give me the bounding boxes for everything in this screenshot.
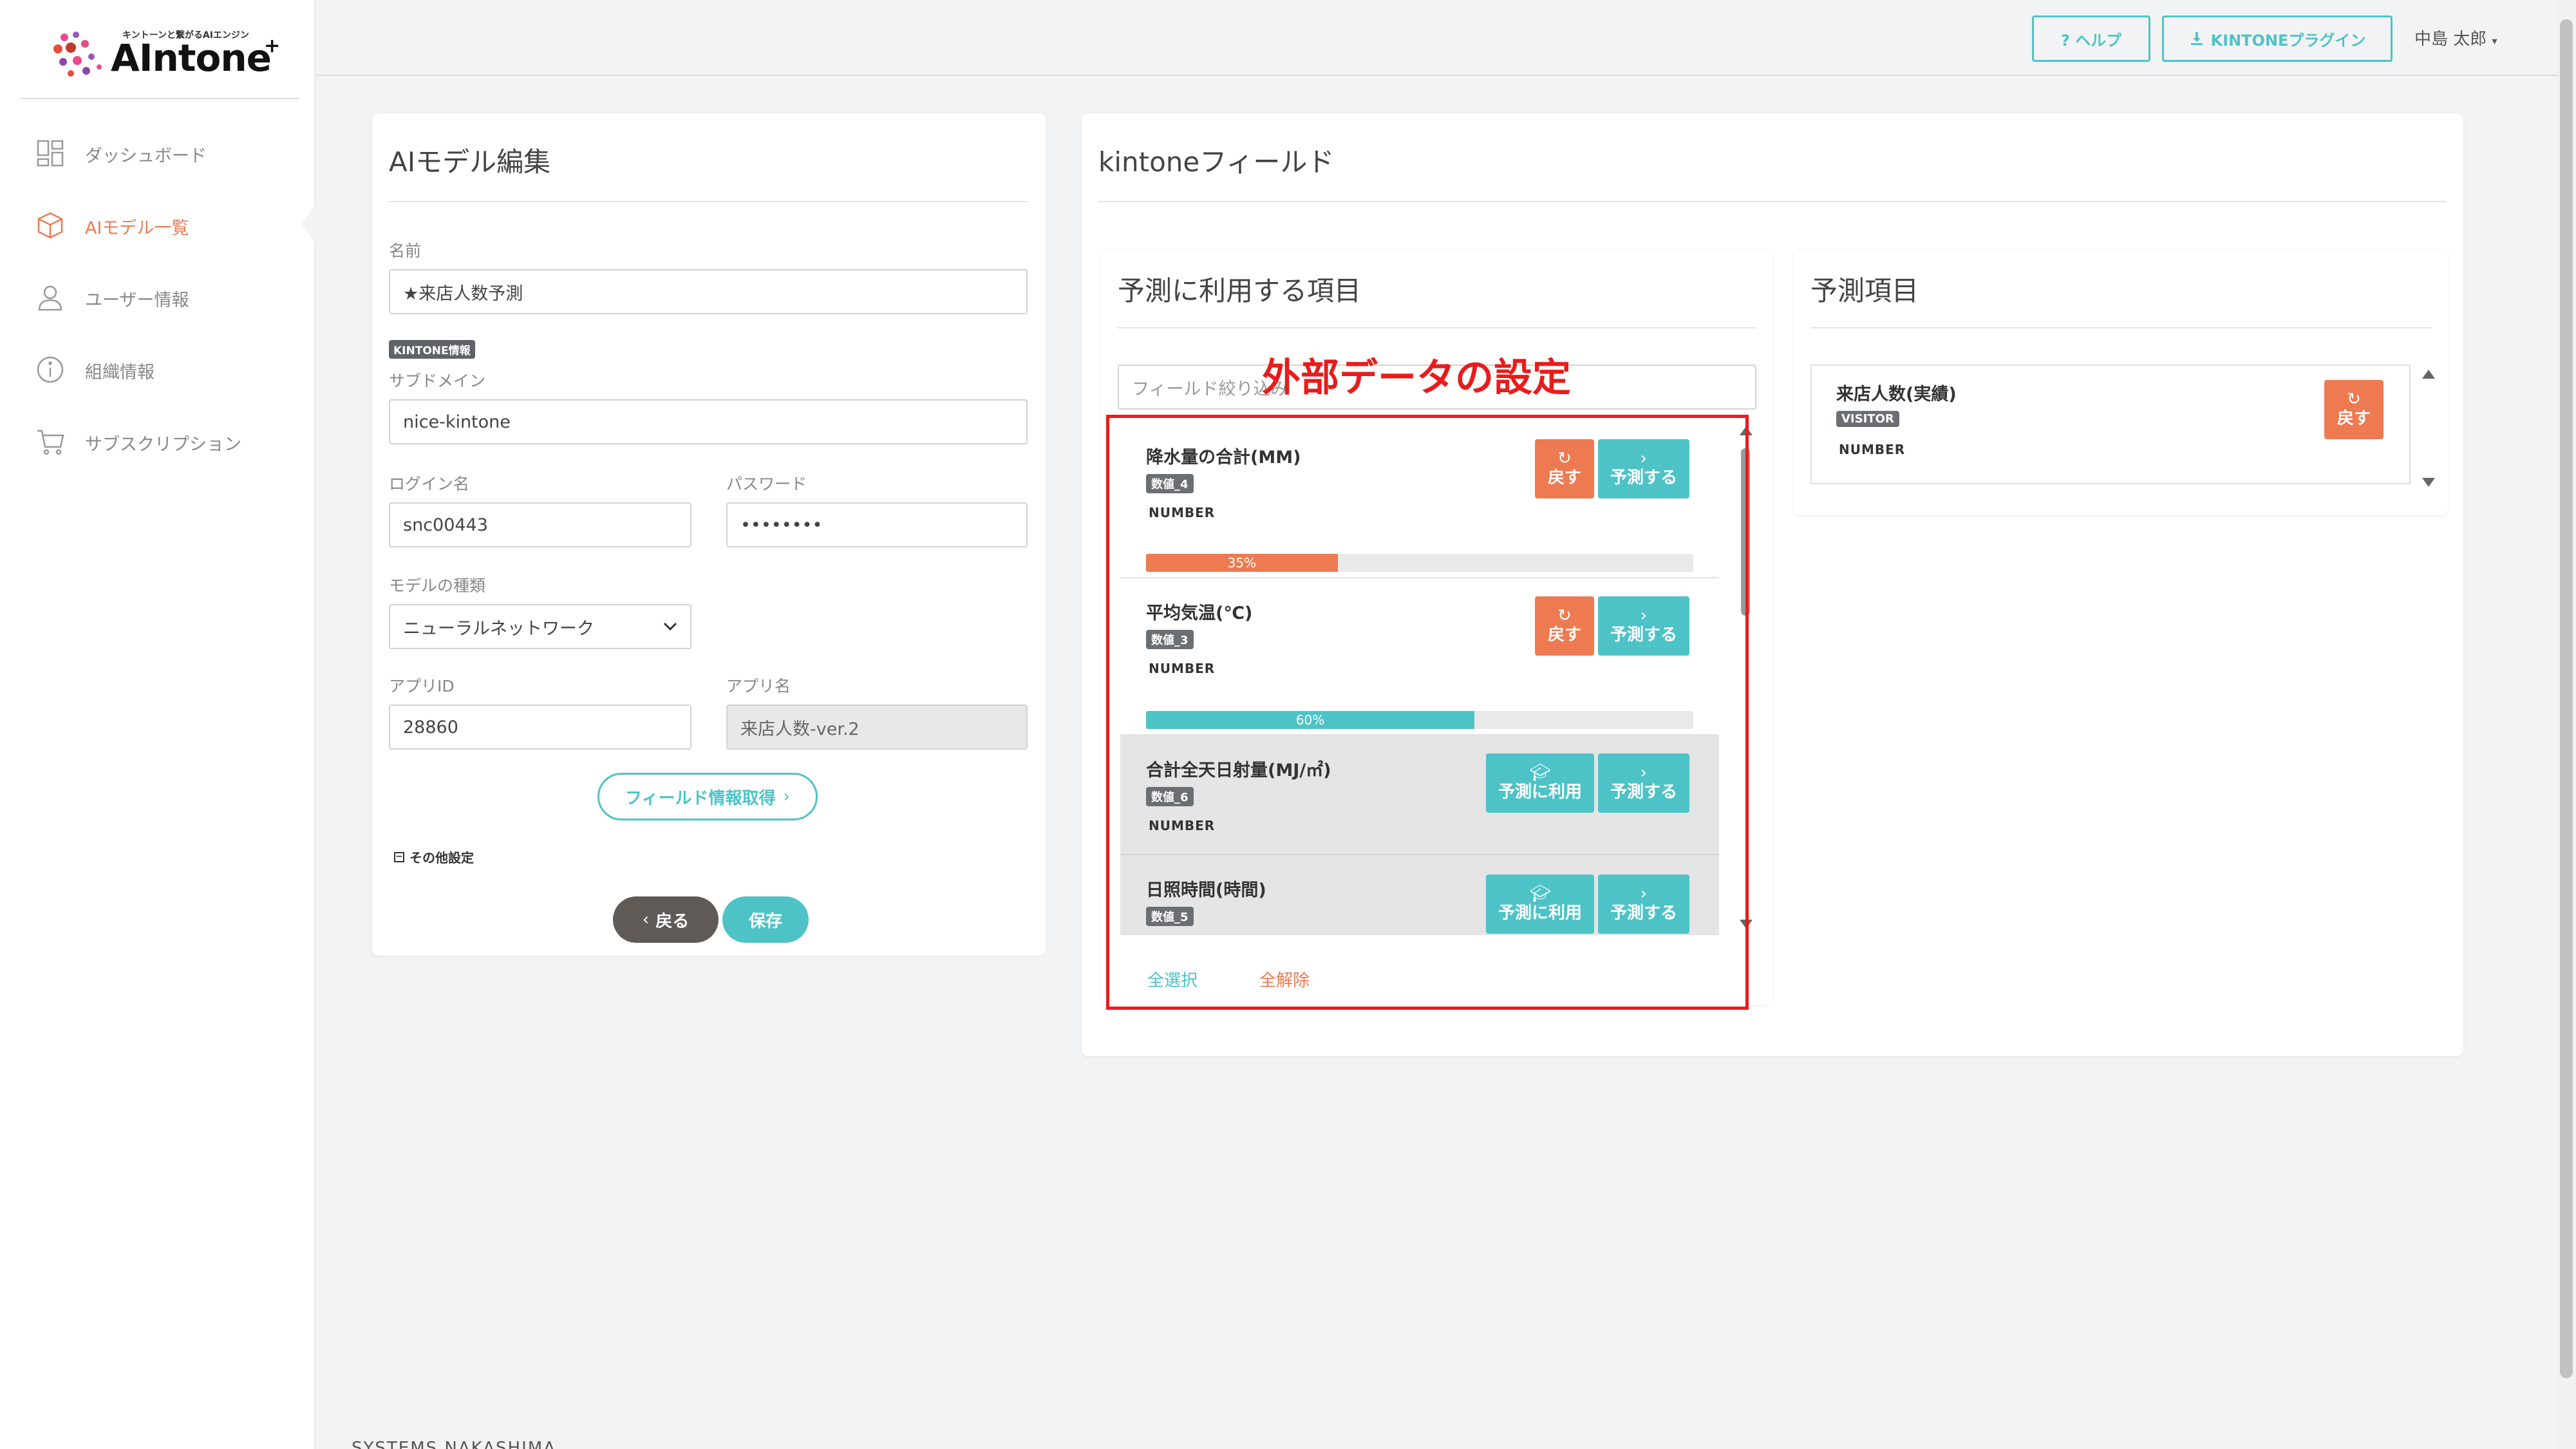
user-name: 中島 太郎 (2414, 30, 2487, 49)
annotation-highlight-box (1106, 415, 1749, 1010)
sidebar-divider (21, 98, 299, 99)
refresh-icon: ↻ (2347, 390, 2361, 410)
kintone-plugin-button[interactable]: KINTONEプラグイン (2162, 15, 2393, 62)
password-input[interactable]: •••••••• (726, 502, 1028, 547)
sidebar-item-dashboard[interactable]: ダッシュボード (0, 116, 314, 188)
cart-icon (37, 430, 64, 455)
scroll-down-icon[interactable] (2422, 478, 2435, 487)
user-menu[interactable]: 中島 太郎 ▾ (2414, 26, 2497, 50)
other-settings-label: その他設定 (409, 850, 474, 866)
chevron-left-icon: ‹ (642, 910, 650, 929)
back-button-label: 戻る (655, 911, 690, 931)
field-name: 来店人数(実績) (1836, 384, 1957, 404)
help-button[interactable]: ? ヘルプ (2032, 15, 2150, 62)
chevron-right-icon: › (783, 787, 790, 806)
login-label: ログイン名 (389, 475, 470, 493)
back-button[interactable]: ‹ 戻る (613, 896, 719, 943)
download-icon (2190, 32, 2203, 45)
name-label: 名前 (389, 242, 422, 260)
ai-model-edit-card: AIモデル編集 名前 ★来店人数予測 KINTONE情報 サブドメイン nice… (372, 113, 1046, 956)
app-name-label: アプリ名 (726, 677, 791, 696)
sidebar: キントーンと繋がるAIエンジン AIntone + ダッシュボード AIモデル一… (0, 0, 315, 1449)
list-item: 来店人数(実績) VISITOR NUMBER ↻ 戻す (1810, 365, 2411, 484)
other-settings-toggle[interactable]: − その他設定 (394, 848, 474, 866)
revert-label: 戻す (2336, 409, 2371, 428)
app-id-label: アプリID (389, 677, 455, 696)
sidebar-item-subscription[interactable]: サブスクリプション (0, 404, 314, 477)
fetch-field-info-button[interactable]: フィールド情報取得 › (597, 773, 818, 820)
logo-dots-icon (53, 32, 102, 77)
model-type-label: モデルの種類 (389, 576, 486, 595)
sidebar-item-ai-models[interactable]: AIモデル一覧 (0, 188, 314, 260)
chevron-down-icon (663, 622, 677, 631)
app-id-input[interactable]: 28860 (389, 705, 691, 750)
predict-items-title: 予測項目 (1810, 275, 1919, 307)
kintone-info-badge: KINTONE情報 (389, 340, 475, 359)
user-icon (38, 285, 62, 311)
footer-text: SYSTEMS NAKASHIMA (352, 1439, 556, 1449)
cube-icon (37, 212, 63, 239)
sidebar-item-label: サブスクリプション (85, 435, 241, 455)
dashboard-icon (37, 140, 64, 167)
predict-items-divider (1810, 327, 2431, 328)
use-items-title: 予測に利用する項目 (1118, 275, 1362, 307)
edit-card-divider (389, 201, 1028, 202)
edit-card-title: AIモデル編集 (389, 146, 551, 178)
predict-items-panel: 予測項目 来店人数(実績) VISITOR NUMBER ↻ 戻す (1794, 250, 2448, 515)
subdomain-input[interactable]: nice-kintone (389, 399, 1028, 444)
annotation-label: 外部データの設定 (1262, 355, 1571, 401)
login-input[interactable]: snc00443 (389, 502, 691, 547)
sidebar-item-label: 組織情報 (85, 363, 155, 383)
sidebar-item-label: AIモデル一覧 (85, 218, 189, 238)
active-nav-indicator (300, 206, 315, 242)
use-items-divider (1118, 327, 1756, 328)
sidebar-item-organization[interactable]: 組織情報 (0, 332, 314, 404)
model-type-value: ニューラルネットワーク (403, 618, 594, 639)
page-scrollbar[interactable] (2557, 0, 2575, 1449)
model-type-select[interactable]: ニューラルネットワーク (389, 604, 691, 649)
scroll-up-icon[interactable] (2422, 370, 2435, 379)
subdomain-label: サブドメイン (389, 372, 486, 390)
logo-name: AIntone (111, 36, 272, 80)
sidebar-item-user-info[interactable]: ユーザー情報 (0, 260, 314, 332)
field-type: NUMBER (1839, 442, 1906, 457)
kintone-plugin-label: KINTONEプラグイン (2210, 31, 2366, 50)
password-label: パスワード (726, 475, 807, 493)
field-code-badge: VISITOR (1836, 411, 1899, 427)
kintone-fields-card: kintoneフィールド 予測に利用する項目 フィールド絞り込み 降水量の合計(… (1082, 113, 2463, 1056)
kintone-card-title: kintoneフィールド (1098, 146, 1335, 178)
kintone-card-divider (1098, 201, 2447, 202)
logo-plus: + (264, 35, 281, 57)
page-scrollbar-thumb[interactable] (2560, 19, 2573, 1378)
app-name-input: 来店人数-ver.2 (726, 705, 1028, 750)
name-input[interactable]: ★来店人数予測 (389, 269, 1028, 314)
info-icon (37, 356, 64, 383)
sidebar-item-label: ダッシュボード (85, 146, 207, 166)
revert-button[interactable]: ↻ 戻す (2324, 380, 2383, 439)
sidebar-item-label: ユーザー情報 (85, 290, 189, 310)
fetch-field-info-label: フィールド情報取得 (625, 788, 776, 808)
expand-box-icon: − (394, 851, 404, 862)
save-button[interactable]: 保存 (722, 896, 809, 943)
app-logo[interactable]: キントーンと繋がるAIエンジン AIntone + (52, 24, 280, 82)
caret-down-icon: ▾ (2492, 35, 2497, 47)
